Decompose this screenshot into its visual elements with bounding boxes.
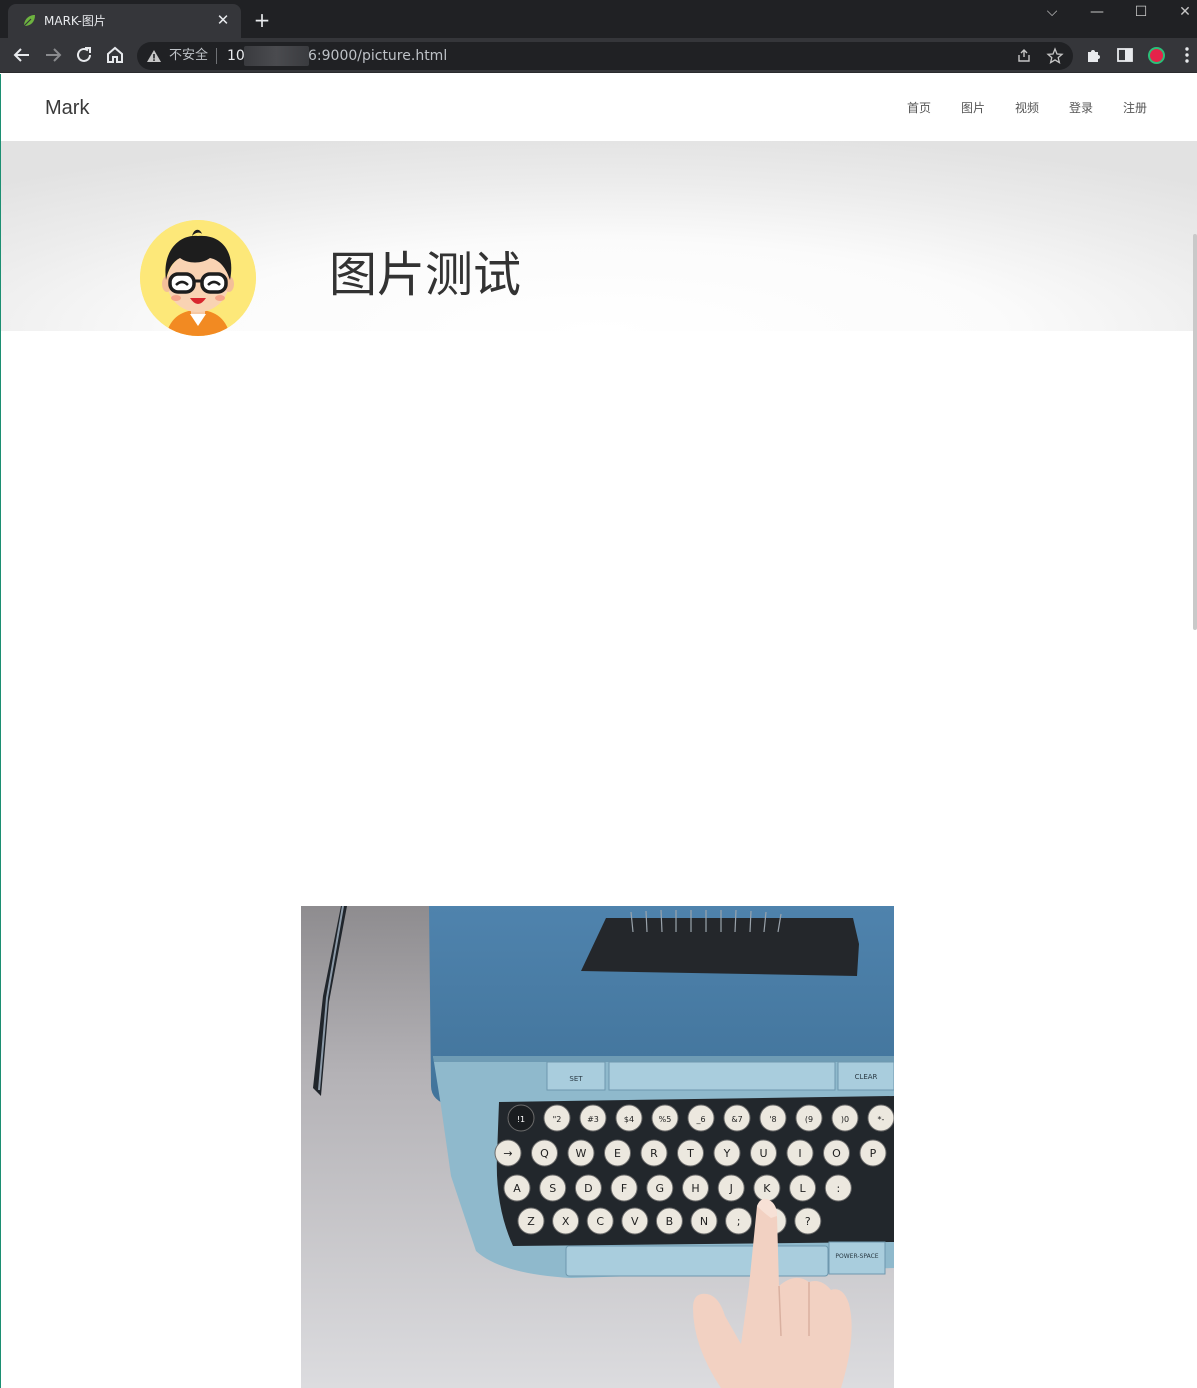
typewriter-key-label: "2 bbox=[553, 1115, 562, 1124]
typewriter-key-label: C bbox=[596, 1215, 604, 1228]
typewriter-key-label: U bbox=[759, 1147, 767, 1160]
typewriter-key-label: B bbox=[666, 1215, 674, 1228]
typewriter-key-label: O bbox=[832, 1147, 841, 1160]
close-window-button[interactable]: ✕ bbox=[1174, 2, 1196, 22]
typewriter-key-label: &7 bbox=[731, 1115, 742, 1124]
cartoon-avatar-icon bbox=[140, 220, 256, 336]
browser-titlebar: MARK-图片 ✕ + ⌵ — ☐ ✕ bbox=[0, 0, 1197, 38]
typewriter-key-label: A bbox=[513, 1182, 521, 1195]
page-viewport: Mark 首页 图片 视频 登录 注册 图片测试 SET CLEAR !1 "2… bbox=[0, 74, 1197, 1388]
maximize-button[interactable]: ☐ bbox=[1130, 2, 1152, 22]
address-separator bbox=[216, 48, 217, 64]
typewriter-key-label: D bbox=[584, 1182, 592, 1195]
typewriter-key-label: F bbox=[621, 1182, 627, 1195]
typewriter-key-label: Z bbox=[527, 1215, 535, 1228]
typewriter-key-label: R bbox=[650, 1147, 658, 1160]
forward-arrow-icon[interactable] bbox=[41, 43, 65, 67]
nav-link-videos[interactable]: 视频 bbox=[1015, 100, 1039, 116]
typewriter-key-label: : bbox=[836, 1182, 840, 1195]
typewriter-key-label: X bbox=[562, 1215, 570, 1228]
url-host-prefix: 10 bbox=[227, 48, 245, 64]
set-key-label: SET bbox=[569, 1075, 583, 1083]
home-icon[interactable] bbox=[103, 43, 127, 67]
nav-link-home[interactable]: 首页 bbox=[907, 100, 931, 116]
side-panel-icon[interactable] bbox=[1115, 45, 1135, 65]
typewriter-key-label: W bbox=[576, 1147, 587, 1160]
tab-close-icon[interactable]: ✕ bbox=[215, 12, 231, 28]
page-scrollbar-thumb[interactable] bbox=[1193, 234, 1197, 630]
profile-avatar[interactable] bbox=[1148, 47, 1165, 64]
typewriter-key-label: → bbox=[503, 1147, 512, 1160]
typewriter-key-label: K bbox=[763, 1182, 771, 1195]
author-avatar bbox=[140, 220, 256, 336]
typewriter-key-label: T bbox=[686, 1147, 694, 1160]
typewriter-key-label: _6 bbox=[695, 1115, 705, 1124]
typewriter-key-label: S bbox=[549, 1182, 556, 1195]
typewriter-key-label: !1 bbox=[517, 1115, 525, 1124]
minimize-button[interactable]: — bbox=[1086, 2, 1108, 22]
leaf-icon bbox=[23, 15, 35, 27]
typewriter-illustration: SET CLEAR !1 "2 #3 $4 %5 _6 &7 '8 (9 )0 *- → Q W E R T Y U… bbox=[301, 906, 894, 1388]
share-icon[interactable] bbox=[1015, 47, 1033, 65]
typewriter-key-label: %5 bbox=[659, 1115, 672, 1124]
typewriter-key-label: I bbox=[798, 1147, 801, 1160]
hero-banner: 图片测试 bbox=[1, 141, 1197, 336]
typewriter-key-label: P bbox=[870, 1147, 877, 1160]
nav-link-login[interactable]: 登录 bbox=[1069, 100, 1093, 116]
power-space-label: POWER-SPACE bbox=[835, 1253, 878, 1260]
typewriter-key-label: ? bbox=[805, 1215, 811, 1228]
tab-search-icon[interactable]: ⌵ bbox=[1041, 2, 1063, 22]
browser-tab[interactable]: MARK-图片 ✕ bbox=[8, 4, 241, 38]
browser-toolbar: 不安全 10 6:9000/picture.html bbox=[0, 38, 1197, 73]
warning-icon[interactable] bbox=[146, 48, 162, 64]
security-label[interactable]: 不安全 bbox=[169, 48, 208, 64]
typewriter-key-label: N bbox=[700, 1215, 708, 1228]
nav-link-register[interactable]: 注册 bbox=[1123, 100, 1147, 116]
typewriter-key-label: H bbox=[691, 1182, 699, 1195]
clear-key-label: CLEAR bbox=[855, 1073, 878, 1081]
extensions-puzzle-icon[interactable] bbox=[1084, 45, 1104, 65]
typewriter-key-label: L bbox=[800, 1182, 807, 1195]
site-navbar: Mark 首页 图片 视频 登录 注册 bbox=[1, 74, 1197, 141]
nav-link-pictures[interactable]: 图片 bbox=[961, 100, 985, 116]
bookmark-star-icon[interactable] bbox=[1046, 47, 1064, 65]
typewriter-key-label: )0 bbox=[841, 1115, 849, 1124]
page-title: 图片测试 bbox=[329, 247, 522, 303]
new-tab-button[interactable]: + bbox=[252, 10, 272, 30]
typewriter-key-label: *- bbox=[878, 1115, 885, 1124]
reload-icon[interactable] bbox=[72, 43, 96, 67]
tab-title: MARK-图片 bbox=[44, 14, 106, 28]
url-redacted bbox=[244, 46, 309, 66]
typewriter-key-label: G bbox=[656, 1182, 665, 1195]
typewriter-key-label: J bbox=[729, 1182, 733, 1195]
typewriter-key-label: '8 bbox=[769, 1115, 776, 1124]
typewriter-key-label: (9 bbox=[805, 1115, 813, 1124]
site-brand[interactable]: Mark bbox=[45, 96, 89, 120]
menu-kebab-icon[interactable] bbox=[1177, 45, 1197, 65]
typewriter-key-label: Y bbox=[723, 1147, 731, 1160]
typewriter-photo: SET CLEAR !1 "2 #3 $4 %5 _6 &7 '8 (9 )0 *- → Q W E R T Y U… bbox=[301, 906, 894, 1388]
typewriter-key-label: $4 bbox=[624, 1115, 634, 1124]
typewriter-key-label: ; bbox=[737, 1215, 741, 1228]
typewriter-key-label: V bbox=[631, 1215, 639, 1228]
typewriter-key-label: E bbox=[614, 1147, 621, 1160]
address-bar[interactable]: 不安全 10 6:9000/picture.html bbox=[137, 42, 1073, 70]
url-path: 6:9000/picture.html bbox=[308, 48, 448, 64]
typewriter-key-label: Q bbox=[540, 1147, 549, 1160]
back-arrow-icon[interactable] bbox=[10, 43, 34, 67]
typewriter-key-label: #3 bbox=[587, 1115, 599, 1124]
